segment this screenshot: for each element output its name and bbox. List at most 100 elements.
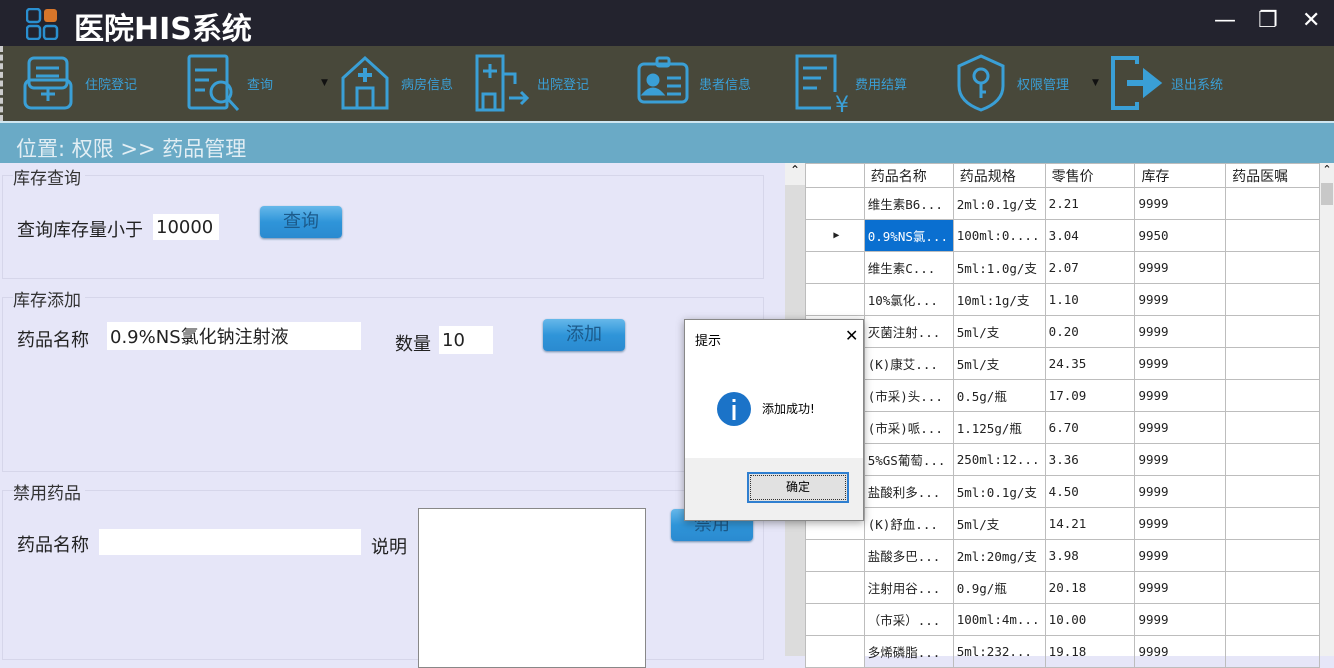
scroll-thumb[interactable]: [1321, 183, 1333, 205]
table-cell[interactable]: 1.10: [1044, 283, 1136, 316]
table-row[interactable]: 盐酸多巴... 2ml:20mg/支 3.98 9999: [805, 539, 1320, 572]
table-cell[interactable]: (市采)哌...: [863, 411, 954, 444]
restore-button[interactable]: ❐: [1258, 8, 1278, 33]
table-cell[interactable]: 10.00: [1044, 603, 1136, 636]
minimize-button[interactable]: —: [1214, 8, 1236, 33]
table-cell[interactable]: [1225, 187, 1320, 220]
table-cell[interactable]: 24.35: [1044, 347, 1136, 380]
stock-threshold-input[interactable]: [153, 214, 219, 240]
table-cell[interactable]: 多烯磷脂...: [863, 635, 954, 668]
table-cell[interactable]: 灭菌注射...: [863, 315, 954, 348]
table-row[interactable]: （市采）... 100ml:4m... 10.00 9999: [805, 603, 1320, 636]
table-cell[interactable]: 2ml:20mg/支: [952, 539, 1046, 572]
table-cell[interactable]: 5ml:1.0g/支: [952, 251, 1046, 284]
table-cell[interactable]: [1225, 315, 1320, 348]
table-cell[interactable]: 5ml/支: [952, 347, 1046, 380]
table-cell[interactable]: 2.21: [1044, 187, 1136, 220]
table-cell[interactable]: 250ml:12...: [952, 443, 1046, 476]
column-header[interactable]: 药品名称: [863, 163, 954, 188]
table-row[interactable]: 10%氯化... 10ml:1g/支 1.10 9999: [805, 283, 1320, 316]
table-cell[interactable]: 14.21: [1044, 507, 1136, 540]
table-cell[interactable]: 100ml:0....: [952, 219, 1046, 252]
table-cell[interactable]: [1225, 251, 1320, 284]
table-cell[interactable]: 9999: [1134, 187, 1227, 220]
table-cell[interactable]: 2ml:0.1g/支: [952, 187, 1046, 220]
table-cell[interactable]: 5ml/支: [952, 315, 1046, 348]
table-row[interactable]: (市采)头... 0.5g/瓶 17.09 9999: [805, 379, 1320, 412]
table-cell[interactable]: [1225, 475, 1320, 508]
table-cell[interactable]: 2.07: [1044, 251, 1136, 284]
quantity-input[interactable]: [439, 326, 493, 354]
column-header[interactable]: 零售价: [1044, 163, 1136, 188]
table-row[interactable]: 注射用谷... 0.9g/瓶 20.18 9999: [805, 571, 1320, 604]
table-row[interactable]: 维生素C... 5ml:1.0g/支 2.07 9999: [805, 251, 1320, 284]
table-row[interactable]: (K)康艾... 5ml/支 24.35 9999: [805, 347, 1320, 380]
table-cell[interactable]: 维生素C...: [863, 251, 954, 284]
table-cell[interactable]: 1.125g/瓶: [952, 411, 1046, 444]
drug-name-input[interactable]: [107, 322, 361, 350]
scroll-up-arrow-icon[interactable]: ⌃: [785, 163, 805, 185]
toolbar-exit[interactable]: 退出系统: [1107, 52, 1223, 114]
table-cell[interactable]: [1225, 571, 1320, 604]
description-textarea[interactable]: [418, 508, 646, 668]
table-cell[interactable]: [1225, 539, 1320, 572]
table-cell[interactable]: [1225, 411, 1320, 444]
table-row[interactable]: 盐酸利多... 5ml:0.1g/支 4.50 9999: [805, 475, 1320, 508]
add-button[interactable]: 添加: [543, 319, 625, 351]
table-cell[interactable]: [1225, 379, 1320, 412]
table-cell[interactable]: [1225, 507, 1320, 540]
close-button[interactable]: ✕: [1302, 8, 1320, 33]
table-cell[interactable]: 6.70: [1044, 411, 1136, 444]
table-cell[interactable]: 20.18: [1044, 571, 1136, 604]
table-cell[interactable]: 10%氯化...: [863, 283, 954, 316]
table-cell[interactable]: 9999: [1134, 507, 1227, 540]
table-cell[interactable]: 19.18: [1044, 635, 1136, 668]
table-cell[interactable]: (K)舒血...: [863, 507, 954, 540]
table-cell[interactable]: (市采)头...: [863, 379, 954, 412]
table-cell[interactable]: 100ml:4m...: [952, 603, 1046, 636]
query-button[interactable]: 查询: [260, 206, 342, 238]
table-cell[interactable]: 0.9g/瓶: [952, 571, 1046, 604]
toolbar-permission[interactable]: 权限管理: [953, 52, 1069, 114]
column-header[interactable]: 药品医嘱: [1225, 163, 1320, 188]
row-header[interactable]: [805, 283, 865, 316]
table-cell[interactable]: [1225, 603, 1320, 636]
table-cell[interactable]: 注射用谷...: [863, 571, 954, 604]
table-cell[interactable]: [1225, 219, 1320, 252]
toolbar-ward[interactable]: 病房信息: [337, 52, 453, 114]
query-dropdown-arrow[interactable]: ▼: [321, 78, 328, 88]
row-header[interactable]: [805, 603, 865, 636]
table-cell[interactable]: [1225, 283, 1320, 316]
row-header[interactable]: [805, 635, 865, 668]
table-cell[interactable]: 9999: [1134, 603, 1227, 636]
row-header[interactable]: [805, 571, 865, 604]
table-cell[interactable]: 3.04: [1044, 219, 1136, 252]
column-header[interactable]: 药品规格: [952, 163, 1046, 188]
toolbar-billing[interactable]: ¥ 费用结算: [791, 52, 907, 114]
grid-scrollbar[interactable]: ⌃: [1320, 163, 1334, 656]
table-cell[interactable]: 盐酸多巴...: [863, 539, 954, 572]
table-cell[interactable]: (K)康艾...: [863, 347, 954, 380]
table-cell[interactable]: 0.5g/瓶: [952, 379, 1046, 412]
table-cell[interactable]: 9999: [1134, 283, 1227, 316]
table-cell[interactable]: 9999: [1134, 475, 1227, 508]
ban-drug-name-input[interactable]: [99, 529, 361, 555]
table-cell[interactable]: 10ml:1g/支: [952, 283, 1046, 316]
dialog-close-icon[interactable]: ✕: [845, 326, 858, 345]
table-cell[interactable]: 3.98: [1044, 539, 1136, 572]
table-cell[interactable]: 9999: [1134, 315, 1227, 348]
table-row[interactable]: (市采)哌... 1.125g/瓶 6.70 9999: [805, 411, 1320, 444]
table-row[interactable]: 多烯磷脂... 5ml:232... 19.18 9999: [805, 635, 1320, 668]
table-cell[interactable]: 9999: [1134, 571, 1227, 604]
table-row[interactable]: 维生素B6... 2ml:0.1g/支 2.21 9999: [805, 187, 1320, 220]
table-cell[interactable]: 5ml/支: [952, 507, 1046, 540]
table-cell[interactable]: 盐酸利多...: [863, 475, 954, 508]
table-row[interactable]: (K)舒血... 5ml/支 14.21 9999: [805, 507, 1320, 540]
table-cell[interactable]: 0.9%NS氯...: [863, 219, 954, 252]
row-header[interactable]: [805, 251, 865, 284]
table-row[interactable]: 5%GS葡萄... 250ml:12... 3.36 9999: [805, 443, 1320, 476]
table-cell[interactable]: 5%GS葡萄...: [863, 443, 954, 476]
table-cell[interactable]: [1225, 347, 1320, 380]
table-row[interactable]: 灭菌注射... 5ml/支 0.20 9999: [805, 315, 1320, 348]
toolbar-discharge[interactable]: 出院登记: [473, 52, 589, 114]
